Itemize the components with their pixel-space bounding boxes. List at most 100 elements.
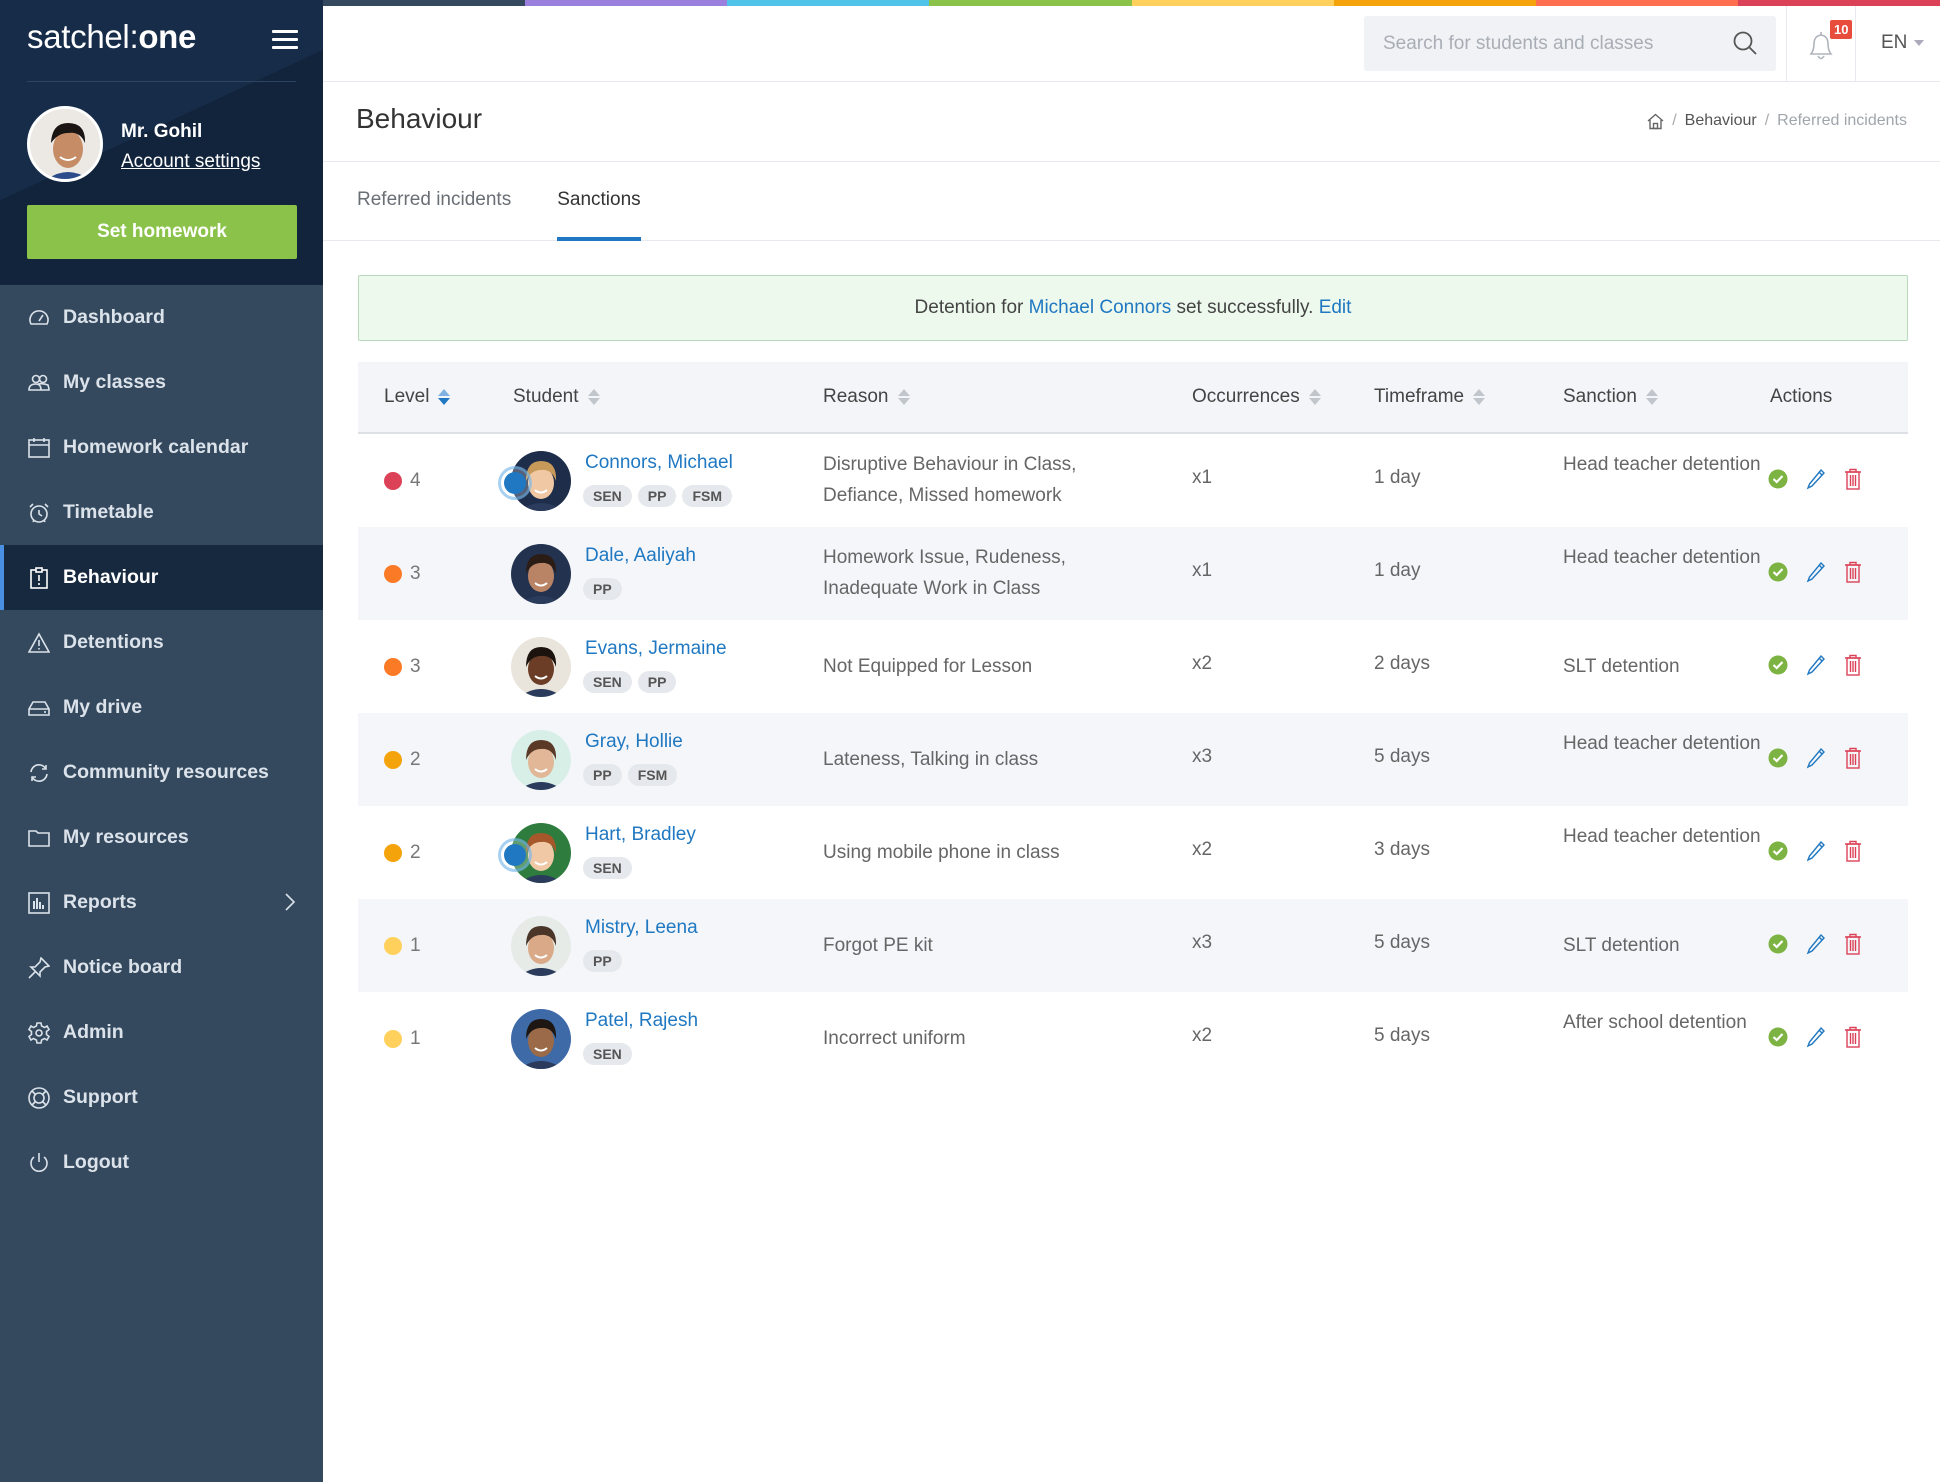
sidebar-item-label: Logout [63,1151,130,1173]
sidebar-item-my-classes[interactable]: My classes [0,350,323,415]
home-icon[interactable] [1647,113,1664,130]
delete-trash-icon[interactable] [1844,654,1862,676]
sidebar-item-homework-calendar[interactable]: Homework calendar [0,415,323,480]
sanctions-table: Level Student Reason Occurrences Timefra… [358,362,1908,1085]
student-name-link[interactable]: Gray, Hollie [585,731,683,753]
delete-trash-icon[interactable] [1844,933,1862,955]
table-row: 2 Hart, Bradley SEN Using mobile phone i… [358,806,1908,899]
sidebar-item-my-drive[interactable]: My drive [0,675,323,740]
account-settings-link[interactable]: Account settings [121,151,260,173]
approve-check-icon[interactable] [1768,934,1788,954]
sidebar-item-support[interactable]: Support [0,1065,323,1130]
delete-trash-icon[interactable] [1844,1026,1862,1048]
language-dropdown[interactable]: EN [1881,32,1925,54]
column-header-occurrences[interactable]: Occurrences [1192,386,1321,408]
search-input[interactable] [1383,32,1723,55]
approve-check-icon[interactable] [1768,1027,1788,1047]
sidebar-item-admin[interactable]: Admin [0,1000,323,1065]
edit-pencil-icon[interactable] [1806,840,1826,862]
occurrences-cell: x2 [1192,839,1213,860]
sanction-cell: Head teacher detention [1563,826,1761,847]
student-name-link[interactable]: Hart, Bradley [585,824,696,846]
student-tags: SEN [583,857,632,879]
edit-pencil-icon[interactable] [1806,747,1826,769]
sidebar-item-notice-board[interactable]: Notice board [0,935,323,1000]
app-logo[interactable]: satchel:one [27,18,196,56]
delete-trash-icon[interactable] [1844,468,1862,490]
sidebar-item-label: My classes [63,371,166,393]
student-tags: SEN PP [583,671,677,693]
sidebar-item-detentions[interactable]: Detentions [0,610,323,675]
sidebar-item-reports[interactable]: Reports [0,870,323,935]
alert-student-link[interactable]: Michael Connors [1029,297,1172,319]
student-avatar[interactable] [511,916,571,976]
sidebar-item-label: Detentions [63,631,164,653]
delete-trash-icon[interactable] [1844,840,1862,862]
edit-pencil-icon[interactable] [1806,1026,1826,1048]
column-header-actions: Actions [1770,386,1832,408]
tab-sanctions[interactable]: Sanctions [557,162,642,241]
student-name-link[interactable]: Mistry, Leena [585,917,698,939]
notifications-button[interactable]: 10 [1786,6,1856,82]
delete-trash-icon[interactable] [1844,561,1862,583]
reason-cell: Homework Issue, Rudeness, Inadequate Wor… [823,547,1066,599]
row-actions [1768,561,1862,583]
table-body: 4 Connors, Michael SEN PP FSM Disruptive B… [358,434,1908,1085]
set-homework-button[interactable]: Set homework [27,205,297,259]
calendar-icon [27,436,51,460]
alert-edit-link[interactable]: Edit [1319,297,1352,319]
column-header-level[interactable]: Level [384,386,451,408]
approve-check-icon[interactable] [1768,469,1788,489]
logo-text-light: satchel: [27,18,139,55]
column-label: Student [513,386,579,407]
student-name-link[interactable]: Connors, Michael [585,452,733,474]
sidebar-item-dashboard[interactable]: Dashboard [0,285,323,350]
search-icon[interactable] [1732,30,1758,61]
edit-pencil-icon[interactable] [1806,468,1826,490]
student-avatar[interactable] [511,1009,571,1069]
student-avatar[interactable] [511,637,571,697]
occurrences-cell: x3 [1192,932,1213,953]
sort-icon [1645,389,1658,405]
breadcrumb-separator: / [1764,112,1770,129]
sidebar-divider [27,81,296,82]
table-row: 2 Gray, Hollie PP FSM Lateness, Talking i… [358,713,1908,806]
user-avatar[interactable] [27,106,103,182]
student-name-link[interactable]: Patel, Rajesh [585,1010,698,1032]
delete-trash-icon[interactable] [1844,747,1862,769]
menu-toggle-icon[interactable] [272,30,298,50]
breadcrumb-behaviour[interactable]: Behaviour [1685,112,1757,130]
sidebar-item-community-resources[interactable]: Community resources [0,740,323,805]
edit-pencil-icon[interactable] [1806,933,1826,955]
level-indicator-dot [384,472,402,490]
approve-check-icon[interactable] [1768,655,1788,675]
sidebar-item-behaviour[interactable]: Behaviour [0,545,323,610]
edit-pencil-icon[interactable] [1806,561,1826,583]
student-avatar[interactable] [511,544,571,604]
column-header-student[interactable]: Student [513,386,600,408]
level-value: 3 [410,563,421,584]
approve-check-icon[interactable] [1768,841,1788,861]
alert-text-suffix: set successfully. [1171,297,1319,318]
timeframe-cell: 2 days [1374,653,1430,674]
student-name-link[interactable]: Dale, Aaliyah [585,545,696,567]
approve-check-icon[interactable] [1768,748,1788,768]
column-header-sanction[interactable]: Sanction [1563,386,1658,408]
occurrences-cell: x3 [1192,746,1213,767]
warning-triangle-icon [27,631,51,655]
student-name-link[interactable]: Evans, Jermaine [585,638,727,660]
sidebar-item-timetable[interactable]: Timetable [0,480,323,545]
student-tags: SEN [583,1043,632,1065]
user-name: Mr. Gohil [121,121,203,142]
timeframe-cell: 3 days [1374,839,1430,860]
edit-pencil-icon[interactable] [1806,654,1826,676]
tab-referred-incidents[interactable]: Referred incidents [357,162,511,241]
column-header-reason[interactable]: Reason [823,386,910,408]
column-header-timeframe[interactable]: Timeframe [1374,386,1486,408]
student-avatar[interactable] [511,730,571,790]
sidebar-item-logout[interactable]: Logout [0,1130,323,1195]
approve-check-icon[interactable] [1768,562,1788,582]
bar-chart-icon [27,891,51,915]
users-icon [27,371,51,395]
sidebar-item-my-resources[interactable]: My resources [0,805,323,870]
